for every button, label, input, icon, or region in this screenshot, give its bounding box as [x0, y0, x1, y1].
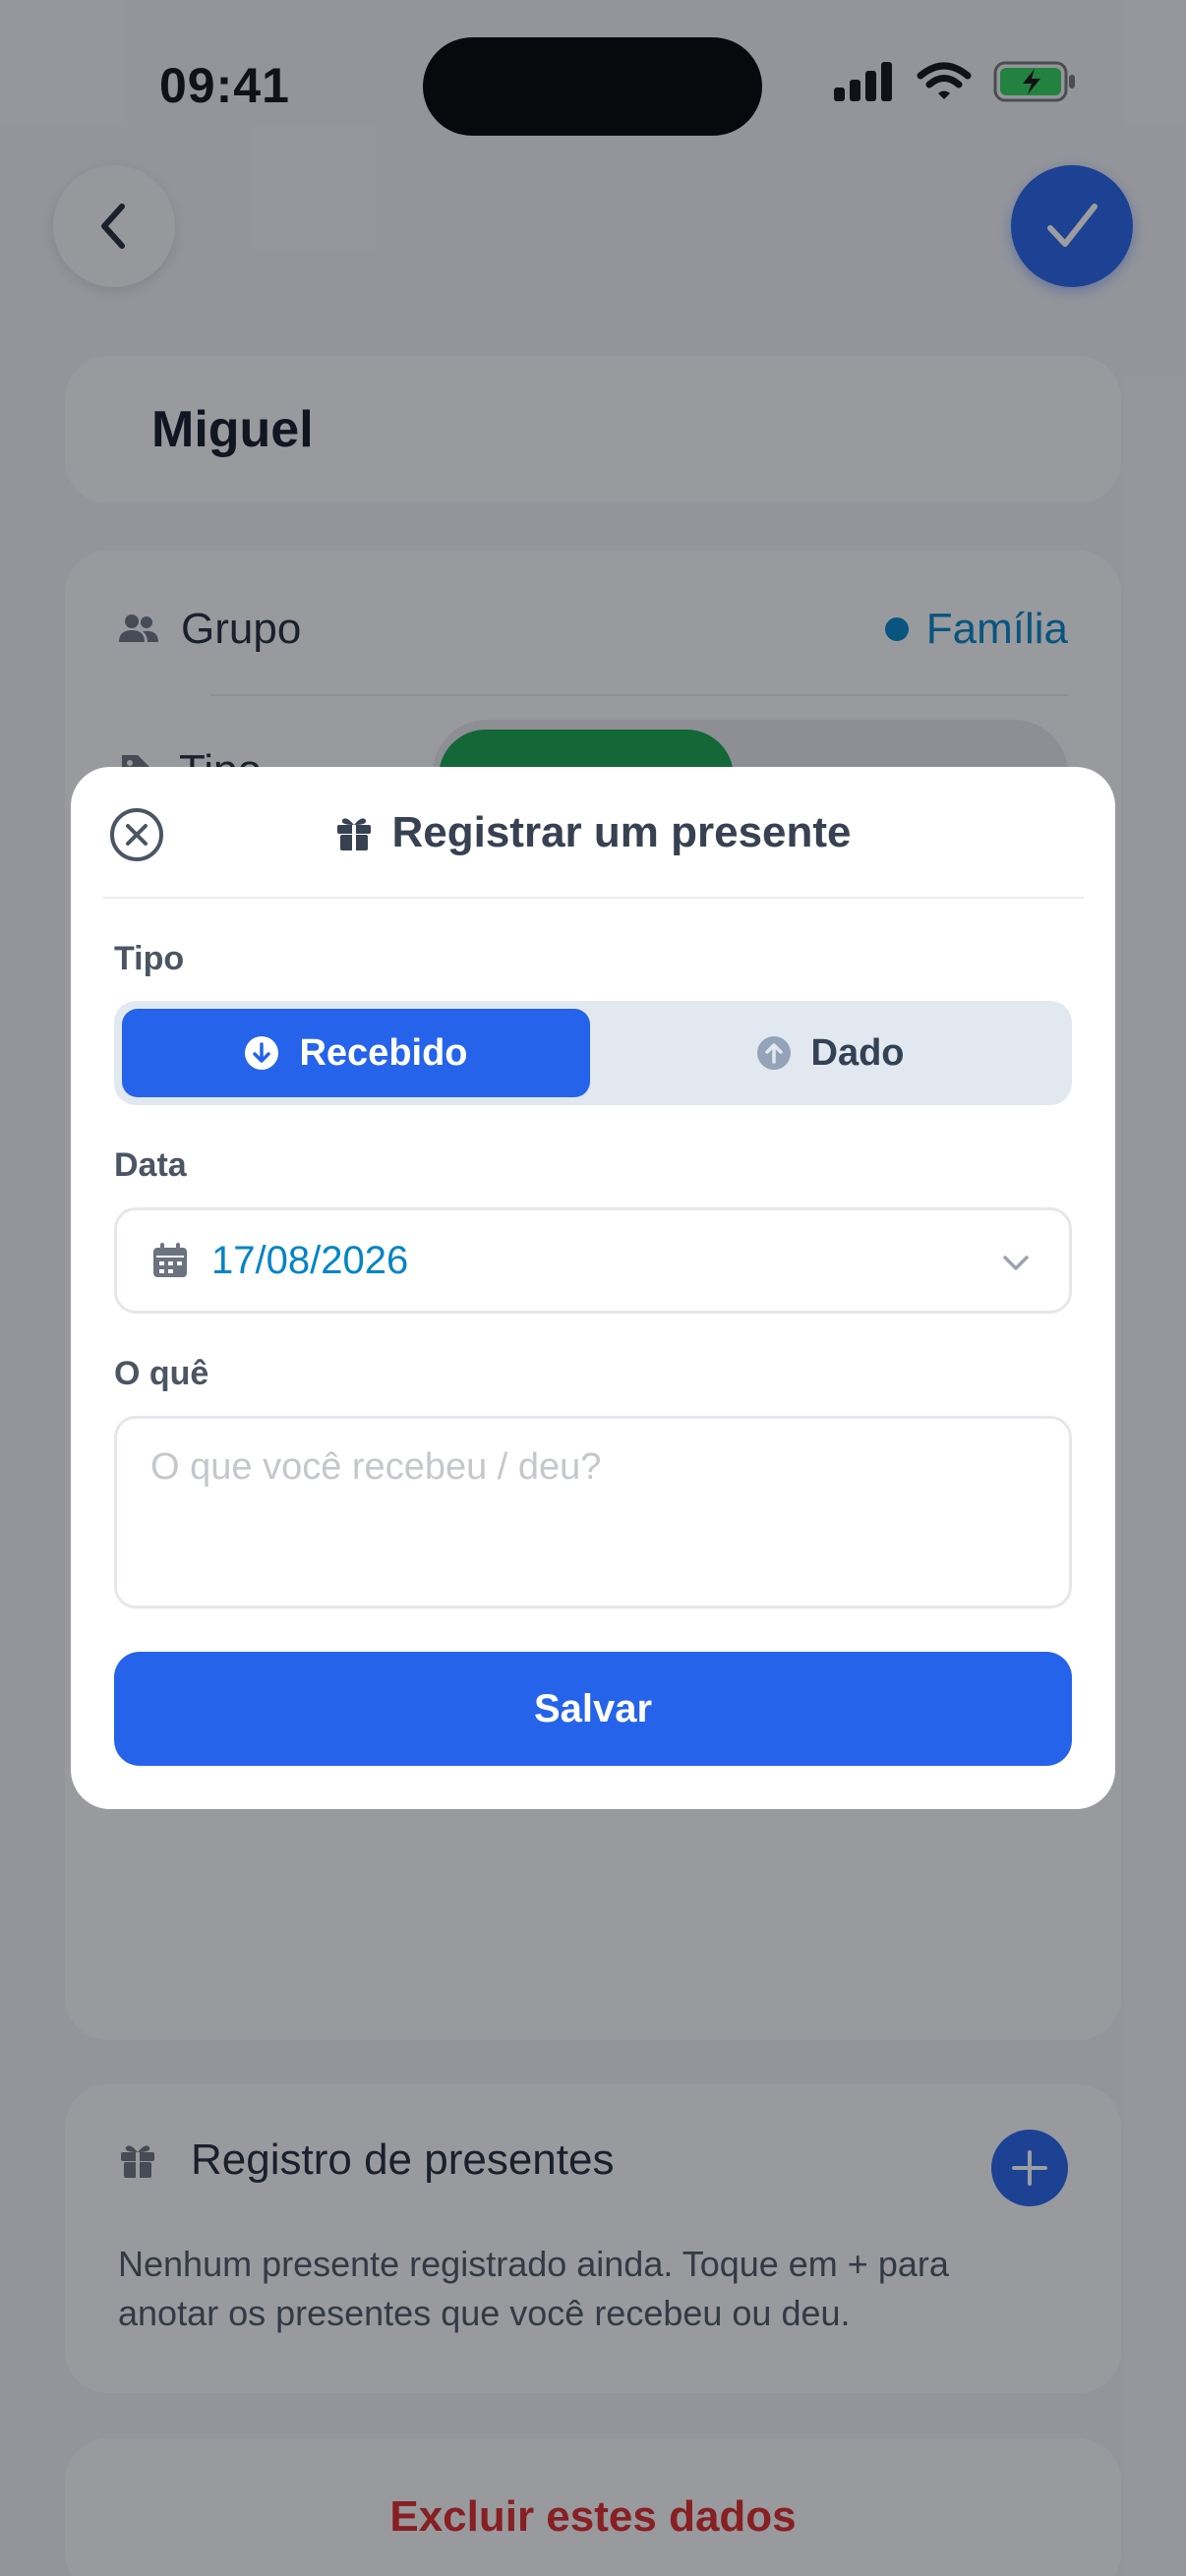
given-option[interactable]: Dado: [596, 1009, 1064, 1097]
what-field-label: O quê: [114, 1355, 209, 1392]
calendar-icon: [153, 1243, 187, 1277]
given-label: Dado: [810, 1031, 905, 1074]
modal-divider: [102, 897, 1084, 899]
received-option[interactable]: Recebido: [122, 1009, 590, 1097]
received-label: Recebido: [299, 1031, 468, 1074]
gift-icon: [337, 818, 372, 850]
arrow-down-circle-icon: [245, 1036, 279, 1070]
date-picker[interactable]: 17/08/2026: [114, 1207, 1072, 1314]
arrow-up-circle-icon: [756, 1036, 791, 1070]
screen: 09:41 Miguel Grupo Família Registro de p…: [0, 0, 1186, 2576]
date-value: 17/08/2026: [211, 1238, 409, 1282]
modal-title-text: Registrar um presente: [391, 808, 852, 856]
gift-type-toggle: Recebido Dado: [114, 1001, 1072, 1105]
tipo-field-label: Tipo: [114, 940, 185, 977]
save-button[interactable]: Salvar: [114, 1652, 1072, 1766]
register-gift-modal: Registrar um presente Tipo Recebido Dado…: [71, 767, 1115, 1809]
chevron-down-icon: [1003, 1256, 1029, 1270]
modal-title: Registrar um presente: [71, 808, 1115, 857]
date-field-label: Data: [114, 1146, 187, 1184]
what-input[interactable]: [114, 1416, 1072, 1609]
